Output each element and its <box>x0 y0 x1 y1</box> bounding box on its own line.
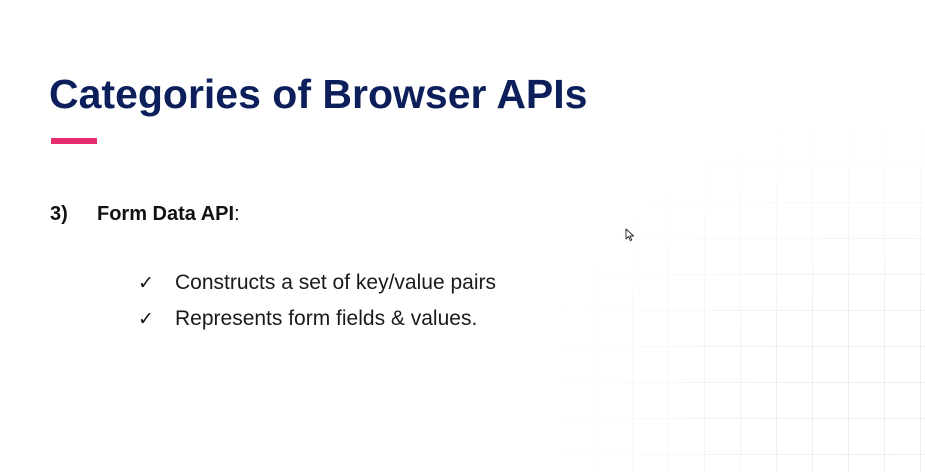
grid-background <box>560 130 925 472</box>
title-accent-bar <box>51 138 97 144</box>
mouse-pointer-icon <box>625 228 635 242</box>
bullet-text: Represents form fields & values. <box>175 307 478 330</box>
presentation-slide: Categories of Browser APIs 3) Form Data A… <box>0 0 925 472</box>
section-heading: 3) Form Data API: <box>50 200 240 228</box>
section-suffix: : <box>234 203 240 225</box>
list-item: ✓ Constructs a set of key/value pairs <box>138 268 496 304</box>
bullet-list: ✓ Constructs a set of key/value pairs ✓ Re… <box>138 268 496 340</box>
checkmark-icon: ✓ <box>138 308 154 330</box>
section-name: Form Data API <box>97 203 235 225</box>
list-item: ✓ Represents form fields & values. <box>138 304 496 340</box>
section-number: 3) <box>50 203 68 225</box>
slide-title: Categories of Browser APIs <box>49 71 588 117</box>
bullet-text: Constructs a set of key/value pairs <box>175 271 496 294</box>
checkmark-icon: ✓ <box>138 272 154 294</box>
